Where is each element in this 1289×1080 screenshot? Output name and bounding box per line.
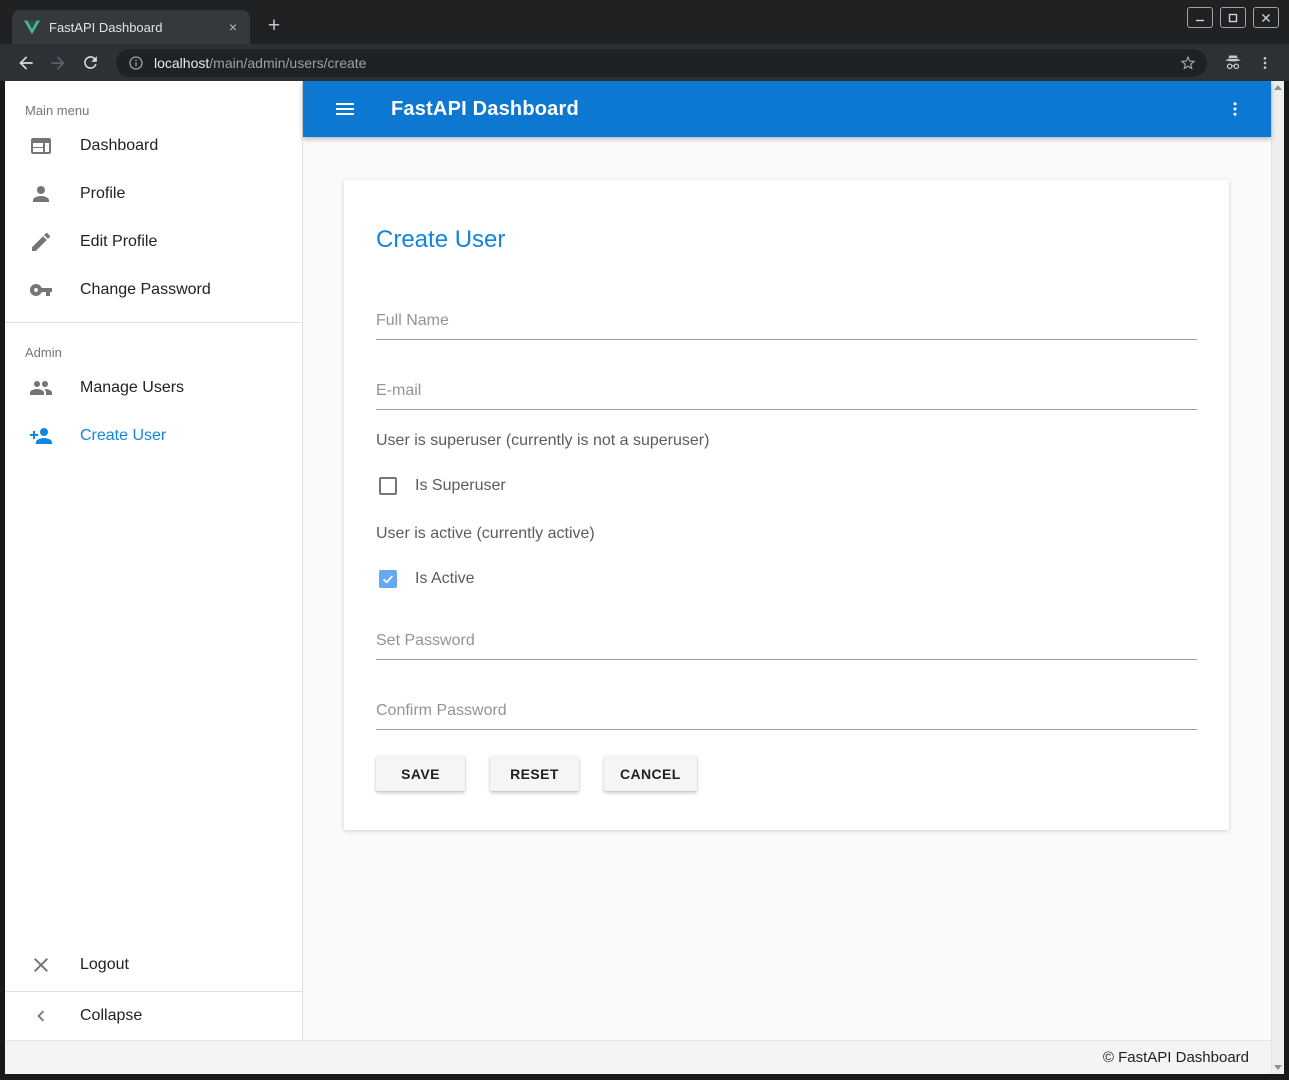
sidebar-item-logout[interactable]: Logout: [5, 941, 302, 989]
sidebar-item-profile[interactable]: Profile: [5, 170, 302, 218]
forward-icon[interactable]: [44, 49, 72, 77]
confirm-password-field-wrapper: [376, 702, 1197, 730]
main-area: FastAPI Dashboard Create User: [303, 81, 1271, 1040]
url-path: /main/admin/users/create: [209, 55, 366, 71]
page-scrollbar[interactable]: [1271, 81, 1284, 1074]
is-superuser-label: Is Superuser: [415, 477, 506, 495]
sidebar-item-label: Edit Profile: [80, 233, 157, 251]
tab-title: FastAPI Dashboard: [49, 20, 224, 35]
pencil-icon: [29, 230, 53, 254]
appbar-title: FastAPI Dashboard: [391, 98, 579, 121]
browser-window: FastAPI Dashboard × +: [0, 0, 1289, 1080]
is-active-checkbox-row[interactable]: Is Active: [376, 570, 1197, 588]
people-icon: [29, 376, 53, 400]
page-content: Create User User is superuser (currently…: [303, 137, 1271, 1040]
form-actions: SAVE RESET CANCEL: [376, 756, 1197, 791]
reset-button[interactable]: RESET: [490, 756, 579, 791]
incognito-icon: [1219, 49, 1247, 77]
sidebar: Main menu Dashboard Profile: [5, 81, 303, 1040]
browser-menu-kebab-icon[interactable]: [1251, 49, 1279, 77]
is-active-checkbox[interactable]: [379, 570, 397, 588]
address-bar[interactable]: localhost/main/admin/users/create: [116, 49, 1207, 77]
sidebar-item-collapse[interactable]: Collapse: [5, 992, 302, 1040]
window-controls: [1187, 7, 1279, 28]
set-password-input[interactable]: [376, 632, 1197, 660]
person-icon: [29, 182, 53, 206]
sidebar-item-change-password[interactable]: Change Password: [5, 266, 302, 314]
minimize-button[interactable]: [1187, 7, 1213, 28]
confirm-password-input[interactable]: [376, 702, 1197, 730]
chevron-left-icon: [29, 1004, 53, 1028]
person-add-icon: [29, 424, 53, 448]
cancel-button[interactable]: CANCEL: [604, 756, 697, 791]
vue-favicon-icon: [24, 20, 40, 35]
email-field-wrapper: [376, 382, 1197, 410]
sidebar-item-create-user[interactable]: Create User: [5, 412, 302, 460]
page-title: Create User: [376, 224, 1197, 256]
sidebar-item-label: Dashboard: [80, 137, 158, 155]
sidebar-item-label: Logout: [80, 956, 129, 974]
bookmark-star-icon[interactable]: [1179, 54, 1197, 72]
full-name-input[interactable]: [376, 312, 1197, 340]
info-icon[interactable]: [128, 55, 144, 71]
sidebar-item-dashboard[interactable]: Dashboard: [5, 122, 302, 170]
sidebar-section-main-menu: Main menu: [5, 81, 302, 122]
superuser-hint: User is superuser (currently is not a su…: [376, 432, 1197, 450]
sidebar-item-label: Profile: [80, 185, 125, 203]
full-name-field-wrapper: [376, 312, 1197, 340]
scrollbar-up-arrow-icon[interactable]: [1274, 85, 1282, 90]
is-superuser-checkbox[interactable]: [379, 477, 397, 495]
back-icon[interactable]: [12, 49, 40, 77]
sidebar-item-edit-profile[interactable]: Edit Profile: [5, 218, 302, 266]
page-footer: © FastAPI Dashboard: [5, 1040, 1271, 1074]
is-active-label: Is Active: [415, 570, 475, 588]
maximize-button[interactable]: [1220, 7, 1246, 28]
scrollbar-down-arrow-icon[interactable]: [1274, 1065, 1282, 1070]
browser-toolbar: localhost/main/admin/users/create: [0, 44, 1289, 81]
is-superuser-checkbox-row[interactable]: Is Superuser: [376, 477, 1197, 495]
save-button[interactable]: SAVE: [376, 756, 465, 791]
set-password-field-wrapper: [376, 632, 1197, 660]
key-icon: [29, 278, 53, 302]
active-hint: User is active (currently active): [376, 525, 1197, 543]
close-icon: [29, 953, 53, 977]
create-user-card: Create User User is superuser (currently…: [344, 180, 1229, 830]
sidebar-item-label: Collapse: [80, 1007, 142, 1025]
appbar-kebab-menu-icon[interactable]: [1215, 89, 1255, 129]
close-window-button[interactable]: [1253, 7, 1279, 28]
page-viewport: Main menu Dashboard Profile: [0, 81, 1289, 1080]
hamburger-menu-icon[interactable]: [325, 89, 365, 129]
tab-close-icon[interactable]: ×: [224, 18, 242, 36]
sidebar-item-label: Create User: [80, 427, 166, 445]
new-tab-button[interactable]: +: [260, 12, 288, 40]
reload-icon[interactable]: [76, 49, 104, 77]
url-host: localhost: [154, 55, 209, 71]
browser-tab[interactable]: FastAPI Dashboard ×: [12, 10, 250, 44]
app-bar: FastAPI Dashboard: [303, 81, 1271, 137]
email-input[interactable]: [376, 382, 1197, 410]
url-text: localhost/main/admin/users/create: [154, 55, 1179, 71]
sidebar-item-label: Change Password: [80, 281, 211, 299]
sidebar-section-admin: Admin: [5, 323, 302, 364]
footer-copyright: © FastAPI Dashboard: [1103, 1049, 1249, 1066]
tab-bar: FastAPI Dashboard × +: [0, 0, 1289, 44]
sidebar-item-manage-users[interactable]: Manage Users: [5, 364, 302, 412]
sidebar-item-label: Manage Users: [80, 379, 184, 397]
dashboard-icon: [29, 134, 53, 158]
